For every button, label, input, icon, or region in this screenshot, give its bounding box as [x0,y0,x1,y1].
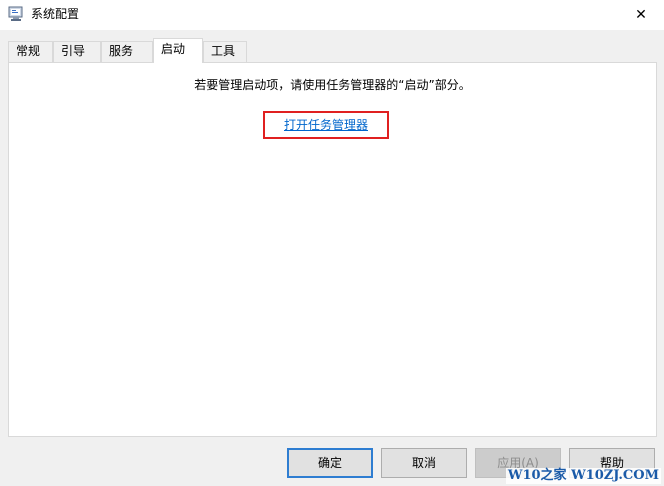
ok-button[interactable]: 确定 [287,448,373,478]
highlight-box: 打开任务管理器 [263,111,389,139]
tab-general-label: 常规 [16,44,41,58]
open-task-manager-link[interactable]: 打开任务管理器 [265,117,387,133]
system-config-window: 系统配置 ✕ 常规 引导 服务 启动 工具 若要管理启动项，请使用任务管理器的“… [0,0,664,486]
tab-tools-label: 工具 [211,44,236,58]
tab-general[interactable]: 常规 [8,41,53,62]
msconfig-app-icon [8,6,24,22]
tab-boot-label: 引导 [61,44,86,58]
tab-tools[interactable]: 工具 [203,41,247,62]
close-button[interactable]: ✕ [618,0,664,30]
watermark: W10之家 W10ZJ.COM [505,468,661,484]
tab-startup[interactable]: 启动 [153,38,203,63]
window-title: 系统配置 [31,7,80,21]
tab-boot[interactable]: 引导 [53,41,101,62]
startup-panel: 若要管理启动项，请使用任务管理器的“启动”部分。 打开任务管理器 [8,62,657,437]
cancel-button[interactable]: 取消 [381,448,467,478]
tab-services[interactable]: 服务 [101,41,153,62]
startup-info-text: 若要管理启动项，请使用任务管理器的“启动”部分。 [194,78,471,92]
close-icon: ✕ [635,7,647,23]
tab-startup-label: 启动 [161,42,186,56]
title-bar[interactable]: 系统配置 ✕ [0,0,664,30]
tab-services-label: 服务 [109,44,134,58]
